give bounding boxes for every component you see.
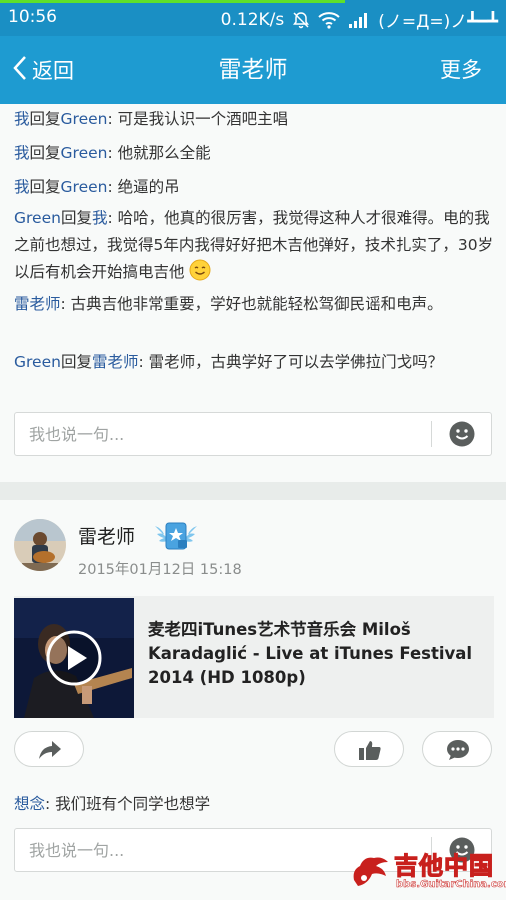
comment-target[interactable]: Green	[61, 110, 108, 128]
comment-text: 雷老师，古典学好了可以去学佛拉门戈吗？	[148, 353, 444, 371]
comment-button[interactable]	[422, 731, 492, 767]
like-button[interactable]	[334, 731, 404, 767]
smiley-icon	[449, 421, 475, 447]
comment-target[interactable]: Green	[61, 178, 108, 196]
net-speed: 0.12K/s	[220, 9, 285, 30]
reply-box	[14, 412, 492, 456]
more-button[interactable]: 更多	[440, 36, 482, 104]
comment-text: 可是我认识一个酒吧主唱	[117, 110, 289, 128]
thumbs-up-icon	[359, 741, 381, 760]
comment-item[interactable]: Green回复雷老师: 雷老师，古典学好了可以去学佛拉门戈吗？	[14, 349, 494, 376]
comment-item[interactable]: 我回复Green: 可是我认识一个酒吧主唱	[14, 106, 494, 133]
comment-author[interactable]: 我	[14, 178, 30, 196]
avatar[interactable]	[14, 519, 66, 571]
comment-text: 他就那么全能	[117, 144, 211, 162]
emoji-button[interactable]	[449, 421, 475, 447]
comment-text: 我们班有个同学也想学	[55, 795, 211, 813]
chevron-left-icon	[12, 54, 28, 87]
status-time: 10:56	[8, 7, 57, 27]
comment-author[interactable]: 想念	[14, 795, 45, 813]
smile-emoji-icon	[189, 259, 211, 281]
play-icon[interactable]	[46, 630, 102, 686]
signal-icon	[348, 12, 370, 28]
comment-text: 绝逼的吊	[117, 178, 180, 196]
comment-item[interactable]: 我回复Green: 绝逼的吊	[14, 174, 494, 201]
comment-author[interactable]: Green	[14, 209, 61, 227]
share-arrow-icon	[39, 741, 61, 759]
comment-target[interactable]: 我	[92, 209, 108, 227]
comment-author[interactable]: Green	[14, 353, 61, 371]
comment-item[interactable]: 我回复Green: 他就那么全能	[14, 140, 494, 167]
shared-video-card[interactable]: 麦老四iTunes艺术节音乐会 Miloš Karadaglić - Live …	[14, 596, 494, 718]
share-button[interactable]	[14, 731, 84, 767]
back-label: 返回	[32, 59, 74, 83]
page-title: 雷老师	[218, 57, 288, 83]
bell-muted-icon	[292, 11, 310, 29]
nav-bar: 返回 雷老师 更多	[0, 36, 506, 104]
winged-badge-icon	[153, 520, 199, 552]
emoji-button[interactable]	[449, 837, 475, 863]
reply-input[interactable]	[15, 413, 429, 455]
shared-video-title[interactable]: 麦老四iTunes艺术节音乐会 Miloš Karadaglić - Live …	[148, 618, 488, 690]
comment-target[interactable]: Green	[61, 144, 108, 162]
divider	[431, 421, 432, 447]
status-text: (ノ=Д=)ノ┻━┻	[378, 12, 498, 32]
comment-thread-card: 我回复Green: 可是我认识一个酒吧主唱 我回复Green: 他就那么全能 我…	[0, 104, 506, 482]
reply-input[interactable]	[15, 829, 429, 871]
divider	[431, 837, 432, 863]
comment-author[interactable]: 我	[14, 144, 30, 162]
comment-text: 古典吉他非常重要，学好也就能轻松驾御民谣和电声。	[70, 295, 443, 313]
loading-progress-bar	[0, 0, 345, 3]
smiley-icon	[449, 837, 475, 863]
comment-item[interactable]: 想念: 我们班有个同学也想学	[14, 792, 210, 814]
comment-bubble-icon	[447, 740, 469, 760]
status-bar: 10:56 0.12K/s (ノ=Д=)ノ┻━┻	[0, 0, 506, 36]
comment-target[interactable]: 雷老师	[92, 353, 139, 371]
wifi-icon	[318, 11, 340, 29]
comment-item[interactable]: 雷老师: 古典吉他非常重要，学好也就能轻松驾御民谣和电声。	[14, 291, 494, 318]
comment-author[interactable]: 雷老师	[14, 295, 61, 313]
reply-box	[14, 828, 492, 872]
back-button[interactable]: 返回	[12, 36, 74, 104]
comment-author[interactable]: 我	[14, 110, 30, 128]
post-author[interactable]: 雷老师	[78, 522, 135, 549]
comment-item[interactable]: Green回复我: 哈哈，他真的很厉害，我觉得这种人才很难得。电的我之前也想过，…	[14, 205, 494, 286]
post-card: 雷老师 2015年01月12日 15:18 麦老四iTunes艺术节音乐会 Mi…	[0, 500, 506, 900]
video-thumbnail	[14, 598, 134, 718]
post-date: 2015年01月12日 15:18	[78, 562, 242, 578]
